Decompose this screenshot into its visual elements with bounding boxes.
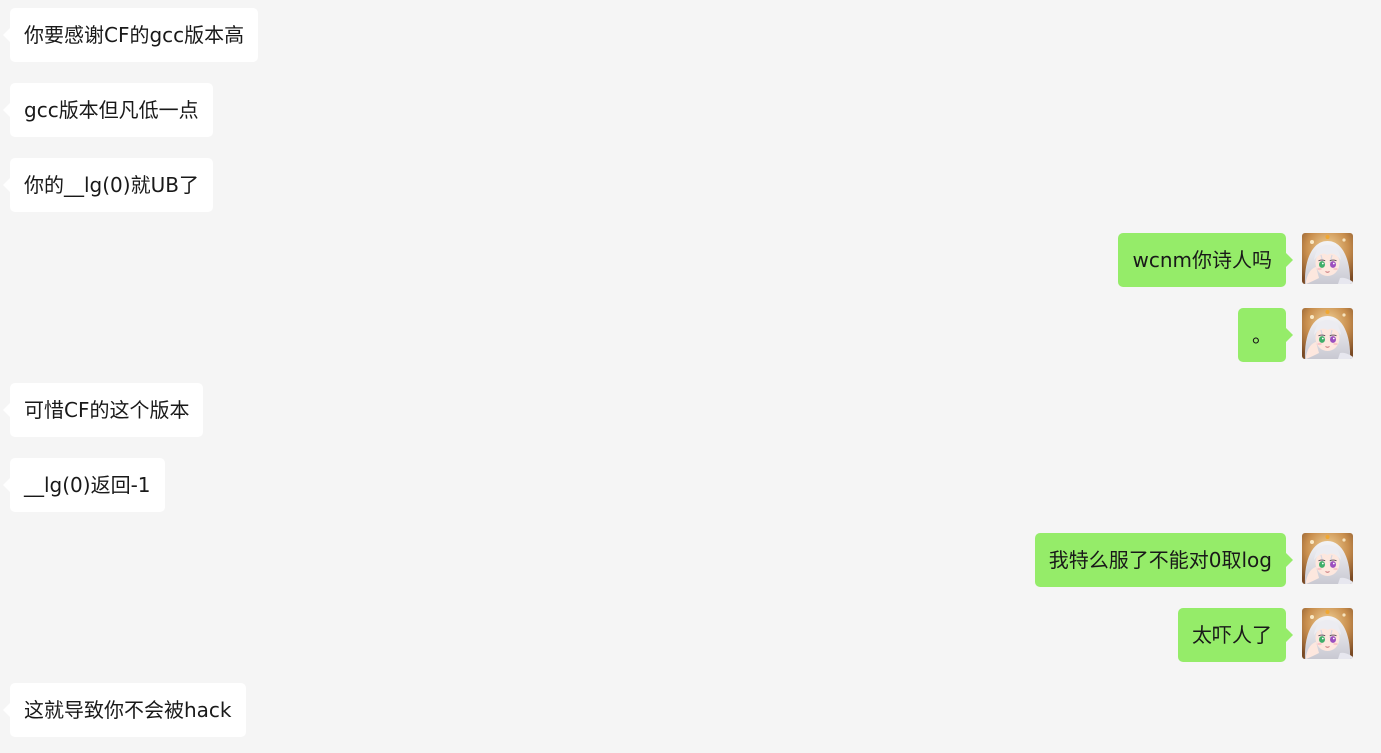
message-bubble-incoming[interactable]: 你的__lg(0)就UB了 — [3, 158, 213, 212]
message-bubble-incoming[interactable]: 你要感谢CF的gcc版本高 — [2, 8, 259, 62]
message-row-incoming: 可惜CF的这个版本 — [0, 383, 1381, 437]
message-bubble-incoming[interactable]: 可惜CF的这个版本 — [2, 383, 204, 437]
anime-girl-avatar-icon[interactable] — [1302, 233, 1353, 284]
message-bubble-outgoing[interactable]: 太吓人了 — [1178, 608, 1293, 662]
message-bubble-incoming[interactable]: gcc版本但凡低一点 — [3, 83, 213, 137]
chat-message-area[interactable]: 你要感谢CF的gcc版本高 gcc版本但凡低一点 你的__lg(0)就UB了 w… — [0, 0, 1381, 753]
anime-girl-avatar-icon[interactable] — [1302, 533, 1353, 584]
message-row-outgoing: 。 — [0, 308, 1381, 362]
message-bubble-outgoing[interactable]: wcnm你诗人吗 — [1118, 233, 1293, 287]
anime-girl-avatar-icon[interactable] — [1302, 608, 1353, 659]
message-bubble-outgoing[interactable]: 我特么服了不能对0取log — [1034, 533, 1294, 587]
message-bubble-incoming[interactable]: __lg(0)返回-1 — [3, 458, 165, 512]
message-row-incoming: gcc版本但凡低一点 — [0, 83, 1381, 137]
message-bubble-incoming[interactable]: 这就导致你不会被hack — [3, 683, 246, 737]
message-row-incoming: 你的__lg(0)就UB了 — [0, 158, 1381, 212]
message-row-incoming: __lg(0)返回-1 — [0, 458, 1381, 512]
message-row-outgoing: wcnm你诗人吗 — [0, 233, 1381, 287]
message-row-outgoing: 我特么服了不能对0取log — [0, 533, 1381, 587]
message-row-incoming: 你要感谢CF的gcc版本高 — [0, 8, 1381, 62]
message-row-outgoing: 太吓人了 — [0, 608, 1381, 662]
message-bubble-outgoing[interactable]: 。 — [1238, 308, 1293, 362]
anime-girl-avatar-icon[interactable] — [1302, 308, 1353, 359]
message-row-incoming: 这就导致你不会被hack — [0, 683, 1381, 737]
